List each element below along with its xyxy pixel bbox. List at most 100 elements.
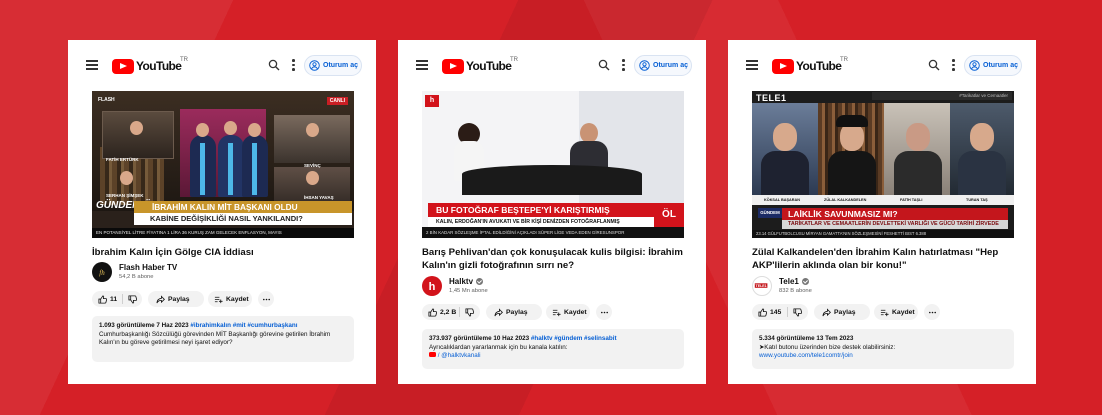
guest-head xyxy=(580,123,598,143)
menu-icon[interactable] xyxy=(746,60,758,70)
video-thumbnail[interactable]: h BU FOTOĞRAF BEŞTEPE'Yİ KARIŞTIRMIŞ KAL… xyxy=(422,91,684,238)
kebab-icon[interactable] xyxy=(622,59,626,72)
video-thumbnail[interactable]: TELE1 #Tarikatlar ve Cemaatler KÖKSAL BA… xyxy=(752,91,1014,238)
country-code: TR xyxy=(840,57,848,63)
studio-desk xyxy=(462,165,642,195)
signin-label: Oturum aç xyxy=(653,62,689,69)
save-icon xyxy=(214,296,223,303)
person-body xyxy=(828,151,876,195)
person-head xyxy=(224,121,237,135)
account-icon xyxy=(309,60,320,71)
channel-name[interactable]: Flash Haber TV xyxy=(119,263,177,272)
svg-text:fh: fh xyxy=(99,269,105,277)
video-title: Zülal Kalkandelen'den İbrahim Kalın hatı… xyxy=(752,247,999,271)
share-button[interactable]: Paylaş xyxy=(148,291,204,307)
verified-icon xyxy=(801,278,809,285)
avatar[interactable]: h xyxy=(422,276,442,296)
hashtags[interactable]: #ibrahimkalın #mit #cumhurbaşkanı xyxy=(190,322,297,329)
dislike-icon xyxy=(465,307,474,317)
like-dislike-button[interactable]: 145 xyxy=(752,304,808,320)
youtube-logo[interactable]: YouTube TR xyxy=(442,57,518,74)
news-ticker: 2 BİN KADAR SÖZLEŞME İPTAL EDİLDİĞİNİ AÇ… xyxy=(422,227,684,238)
svg-text:h: h xyxy=(429,281,436,293)
kebab-icon[interactable] xyxy=(292,59,296,72)
video-description[interactable]: 5.334 görüntüleme 13 Tem 2023 ➤Katıl but… xyxy=(752,329,1014,369)
live-badge: CANLI xyxy=(326,97,348,105)
search-icon[interactable] xyxy=(268,59,280,71)
hashtag-bar: #Tarikatlar ve Cemaatler xyxy=(872,92,1012,100)
youtube-card-halktv: YouTube TR Oturum aç h BU FOTOĞRAF BEŞTE… xyxy=(398,40,706,384)
signin-button[interactable]: Oturum aç xyxy=(304,55,362,76)
share-button[interactable]: Paylaş xyxy=(814,304,870,320)
robe-stripe xyxy=(200,143,205,195)
hat xyxy=(836,115,868,127)
country-code: TR xyxy=(510,57,518,63)
channel-name[interactable]: Halktv xyxy=(449,277,484,286)
channel-row: h Halktv 1,45 Mn abone xyxy=(422,276,622,298)
dislike-icon xyxy=(793,307,802,317)
robe-stripe xyxy=(228,143,233,195)
channel-link[interactable]: / @halktvkanali xyxy=(438,352,481,359)
signin-button[interactable]: Oturum aç xyxy=(964,55,1022,76)
save-button[interactable]: Kaydet xyxy=(208,291,252,307)
video-description[interactable]: 373.937 görüntüleme 10 Haz 2023 #halktv … xyxy=(422,329,684,369)
more-icon[interactable] xyxy=(258,291,274,307)
menu-icon[interactable] xyxy=(416,60,428,70)
more-icon[interactable] xyxy=(924,304,940,320)
save-icon xyxy=(552,309,561,316)
signin-label: Oturum aç xyxy=(323,62,359,69)
search-icon[interactable] xyxy=(928,59,940,71)
more-dots xyxy=(928,311,936,313)
svg-text:TELE1: TELE1 xyxy=(756,284,767,288)
guest-name: TURAN TAŞ xyxy=(966,198,988,202)
share-icon xyxy=(822,307,831,316)
video-panel xyxy=(102,111,174,159)
share-button[interactable]: Paylaş xyxy=(486,304,542,320)
lower-third-headline: BU FOTOĞRAF BEŞTEPE'Yİ KARIŞTIRMIŞ xyxy=(428,203,654,217)
youtube-header: YouTube TR Oturum aç xyxy=(86,54,362,78)
hashtags[interactable]: #halktv #gündem #selinsabit xyxy=(531,335,617,342)
menu-icon[interactable] xyxy=(86,60,98,70)
youtube-play-icon xyxy=(772,58,794,74)
channel-name[interactable]: Tele1 xyxy=(779,277,809,286)
subscriber-count: 1,45 Mn abone xyxy=(449,288,488,294)
lower-third-subheadline: TARİKATLAR VE CEMAATLERİN DEVLETTEKİ VAR… xyxy=(782,220,1008,229)
video-description[interactable]: 1.093 görüntüleme 7 Haz 2023 #ibrahimkal… xyxy=(92,316,354,362)
country-code: TR xyxy=(180,57,188,63)
more-dots xyxy=(262,298,270,300)
like-icon xyxy=(98,294,107,304)
youtube-logo[interactable]: YouTube TR xyxy=(772,57,848,74)
like-count: 11 xyxy=(110,295,118,303)
account-icon xyxy=(639,60,650,71)
youtube-logo[interactable]: YouTube TR xyxy=(112,57,188,74)
save-button[interactable]: Kaydet xyxy=(874,304,918,320)
description-line: ➤Katıl butonu üzerinden bize destek olab… xyxy=(759,343,896,351)
news-ticker: 23.14 GÜLFUTBOLCUSU MİRYAN GAMATTA'NIN S… xyxy=(752,230,1014,238)
video-title: Barış Pehlivan'dan çok konuşulacak kulis… xyxy=(422,247,683,271)
guest-name: ZÜLAL KALKANDELEN xyxy=(824,198,867,202)
person-head xyxy=(970,123,994,151)
more-icon[interactable] xyxy=(596,304,612,320)
kebab-icon[interactable] xyxy=(952,59,956,72)
avatar[interactable]: fh xyxy=(92,262,112,282)
action-bar: 11 Paylaş Kaydet xyxy=(92,291,352,307)
save-button[interactable]: Kaydet xyxy=(546,304,590,320)
person-head xyxy=(248,123,261,137)
like-dislike-button[interactable]: 2,2 B xyxy=(422,304,480,320)
like-icon xyxy=(758,307,767,317)
search-icon[interactable] xyxy=(598,59,610,71)
person-body xyxy=(894,151,942,195)
description-line: Ayrıcalıklardan yararlanmak için bu kana… xyxy=(429,343,568,351)
person-head xyxy=(120,171,133,185)
youtube-card-tele1: YouTube TR Oturum aç TELE1 #Tarikatlar v… xyxy=(728,40,1036,384)
youtube-play-icon xyxy=(112,58,134,74)
guest-names-bar: KÖKSAL BAŞARAN ZÜLAL KALKANDELEN FATİH T… xyxy=(752,195,1014,205)
person-name: İHSAN YAVAŞ xyxy=(304,195,334,200)
join-link[interactable]: www.youtube.com/tele1comtr/join xyxy=(759,352,1007,361)
like-dislike-button[interactable]: 11 xyxy=(92,291,142,307)
video-thumbnail[interactable]: FLASH CANLI FATİH ERTÜRK SEVİNÇ SERHAN Ş… xyxy=(92,91,354,238)
signin-button[interactable]: Oturum aç xyxy=(634,55,692,76)
person-head xyxy=(906,123,930,151)
divider xyxy=(787,307,788,317)
avatar[interactable]: TELE1 xyxy=(752,276,772,296)
